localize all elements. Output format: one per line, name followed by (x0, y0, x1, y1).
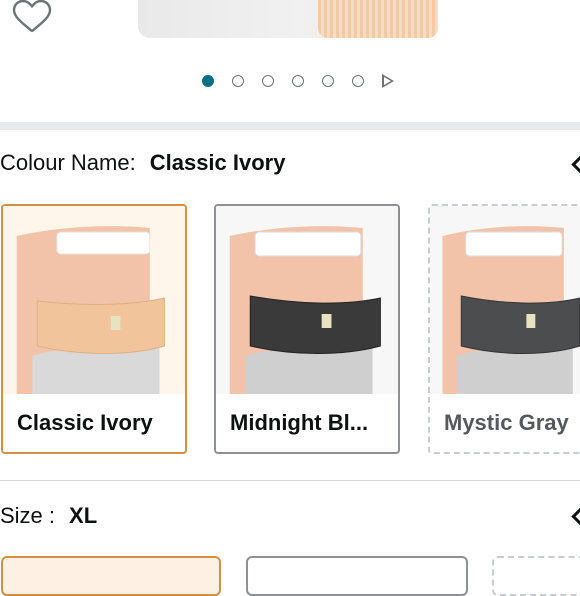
colour-swatch-classic-ivory[interactable]: Classic Ivory (1, 204, 187, 454)
size-row: Size : XL (0, 503, 97, 529)
product-image-band (318, 0, 438, 38)
size-selected-value: XL (69, 503, 98, 528)
colour-name-row: Colour Name: Classic Ivory (0, 150, 285, 176)
swatch-label: Classic Ivory (17, 410, 153, 435)
swatch-label: Mystic Gray (444, 410, 569, 435)
swatch-image-mystic-gray (430, 206, 580, 394)
size-label: Size : (0, 503, 56, 528)
swatch-image-classic-ivory (3, 206, 185, 394)
colour-expand-chevron-icon[interactable] (571, 155, 580, 174)
product-image-gallery[interactable] (0, 0, 580, 122)
section-separator (0, 122, 580, 130)
play-icon[interactable] (382, 74, 394, 88)
pagination-dot-3[interactable] (262, 75, 274, 87)
product-image[interactable] (138, 0, 438, 38)
colour-swatch-mystic-gray[interactable]: Mystic Gray (428, 204, 580, 454)
swatch-label: Midnight Bl... (230, 410, 369, 435)
size-option-selected[interactable] (1, 556, 221, 596)
colour-label: Colour Name: (0, 150, 136, 175)
colour-selected-value: Classic Ivory (149, 150, 286, 175)
colour-swatch-midnight-black[interactable]: Midnight Bl... (214, 204, 400, 454)
pagination-dot-4[interactable] (292, 75, 304, 87)
pagination-dot-5[interactable] (322, 75, 334, 87)
heart-icon[interactable] (12, 0, 52, 34)
pagination-dot-6[interactable] (352, 75, 364, 87)
section-divider (0, 480, 580, 481)
pagination-dot-2[interactable] (232, 75, 244, 87)
swatch-image-midnight-black (216, 206, 398, 394)
size-option-unavailable[interactable] (492, 556, 580, 596)
size-expand-chevron-icon[interactable] (571, 507, 580, 526)
size-option[interactable] (246, 556, 468, 596)
pagination-dot-1[interactable] (202, 75, 214, 87)
image-pagination (202, 72, 394, 90)
